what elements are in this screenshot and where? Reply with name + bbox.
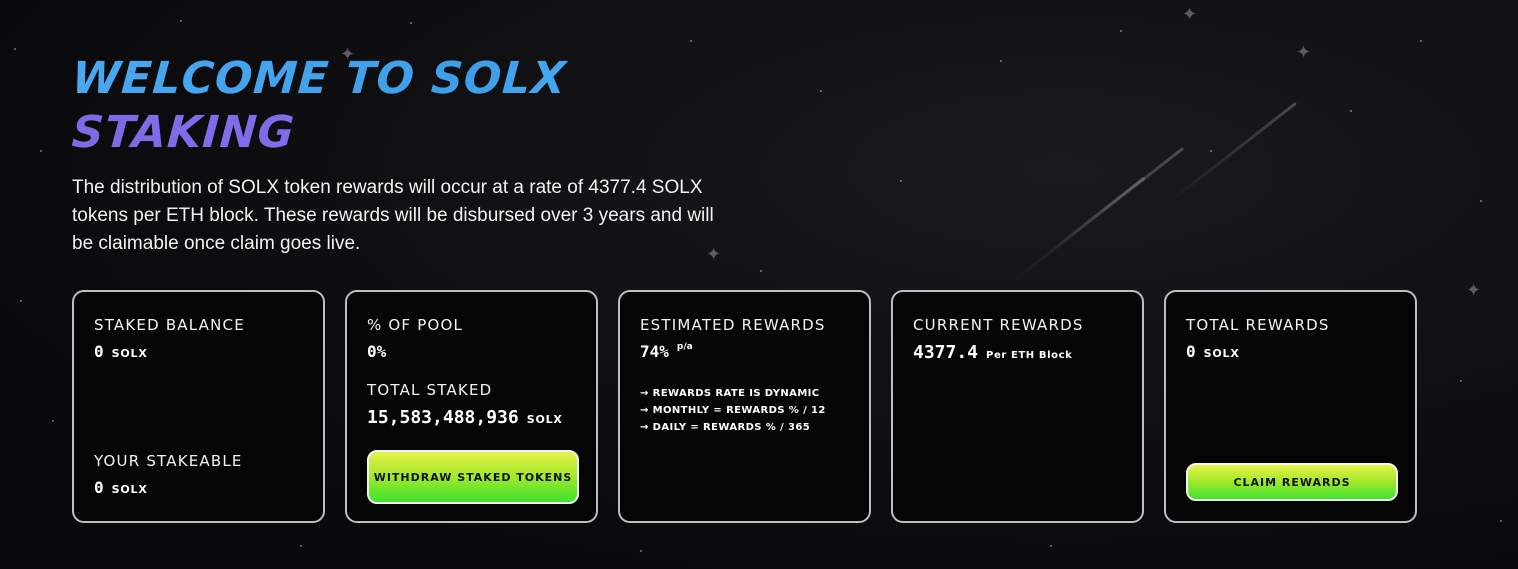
total-staked-value: 15,583,488,936 SOLX xyxy=(367,407,576,428)
withdraw-staked-tokens-button[interactable]: WITHDRAW STAKED TOKENS xyxy=(367,450,579,504)
total-staked-label: TOTAL STAKED xyxy=(367,381,493,399)
total-rewards-card: TOTAL REWARDS 0 SOLX CLAIM REWARDS xyxy=(1164,290,1417,523)
hero-section: WELCOME TO SOLX STAKING The distribution… xyxy=(70,52,734,258)
stakeable-section: YOUR STAKEABLE 0 SOLX xyxy=(94,452,243,497)
page-title-line1: WELCOME TO SOLX xyxy=(70,52,734,106)
current-rewards-unit: Per ETH Block xyxy=(986,350,1073,361)
current-rewards-label: CURRENT REWARDS xyxy=(913,316,1084,334)
staked-balance-unit: SOLX xyxy=(111,347,148,360)
stakeable-value: 0 SOLX xyxy=(94,478,243,497)
estimated-rewards-amount: 74% xyxy=(640,342,669,361)
pool-percent-value: 0% xyxy=(367,342,576,361)
total-staked-unit: SOLX xyxy=(526,413,563,426)
total-staked-amount: 15,583,488,936 xyxy=(367,407,519,428)
estimated-rewards-suffix: p/a xyxy=(676,342,693,352)
page-title-line2: STAKING xyxy=(70,106,734,160)
staked-balance-value: 0 SOLX xyxy=(94,342,303,361)
stakeable-label: YOUR STAKEABLE xyxy=(94,452,243,470)
staking-description: The distribution of SOLX token rewards w… xyxy=(72,177,714,254)
stakeable-amount: 0 xyxy=(94,478,104,497)
estimated-rewards-card: ESTIMATED REWARDS 74% p/a → REWARDS RATE… xyxy=(618,290,871,523)
current-rewards-value: 4377.4 Per ETH Block xyxy=(913,342,1122,363)
staked-balance-label: STAKED BALANCE xyxy=(94,316,245,334)
rewards-notes: → REWARDS RATE IS DYNAMIC → MONTHLY = RE… xyxy=(640,385,849,436)
estimated-rewards-label: ESTIMATED REWARDS xyxy=(640,316,826,334)
stats-cards: STAKED BALANCE 0 SOLX YOUR STAKEABLE 0 S… xyxy=(72,290,1417,523)
staked-balance-card: STAKED BALANCE 0 SOLX YOUR STAKEABLE 0 S… xyxy=(72,290,325,523)
estimated-rewards-value: 74% p/a xyxy=(640,342,849,361)
total-rewards-amount: 0 xyxy=(1186,342,1196,361)
rewards-note: → MONTHLY = REWARDS % / 12 xyxy=(640,405,826,416)
rewards-note: → DAILY = REWARDS % / 365 xyxy=(640,422,811,433)
pool-percent-label: % OF POOL xyxy=(367,316,464,334)
pool-percent-amount: 0% xyxy=(367,342,387,361)
staked-balance-amount: 0 xyxy=(94,342,104,361)
total-rewards-value: 0 SOLX xyxy=(1186,342,1395,361)
current-rewards-card: CURRENT REWARDS 4377.4 Per ETH Block xyxy=(891,290,1144,523)
page-title: WELCOME TO SOLX STAKING xyxy=(70,52,734,160)
rewards-note: → REWARDS RATE IS DYNAMIC xyxy=(640,388,820,399)
current-rewards-amount: 4377.4 xyxy=(913,342,979,363)
total-rewards-label: TOTAL REWARDS xyxy=(1186,316,1330,334)
total-rewards-unit: SOLX xyxy=(1203,347,1240,360)
pool-card: % OF POOL 0% TOTAL STAKED 15,583,488,936… xyxy=(345,290,598,523)
stakeable-unit: SOLX xyxy=(111,483,148,496)
claim-rewards-button[interactable]: CLAIM REWARDS xyxy=(1186,463,1398,501)
